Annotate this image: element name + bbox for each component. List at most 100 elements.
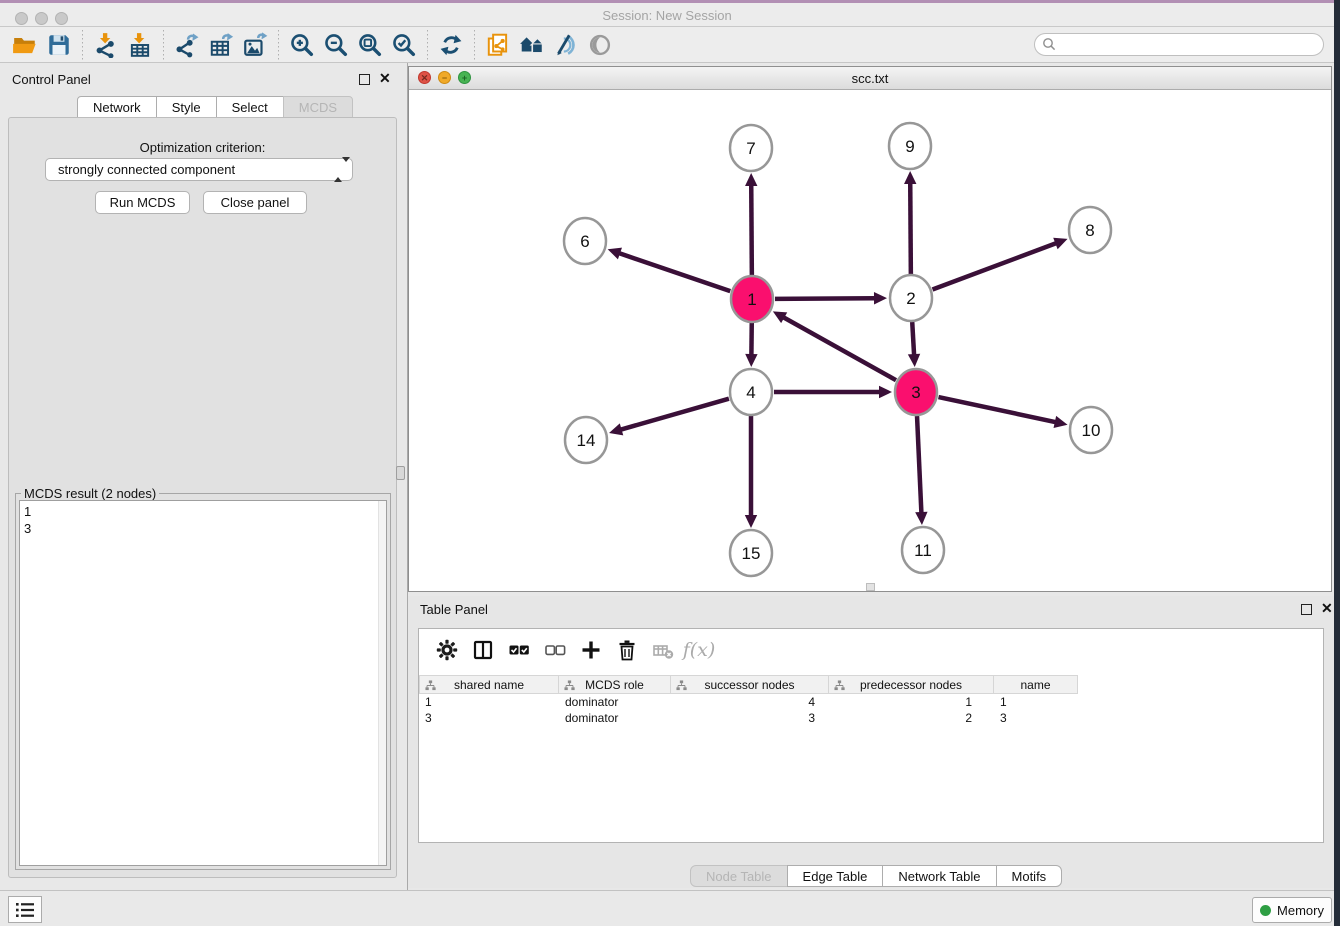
graph-edge-3-10[interactable]: [938, 397, 1067, 428]
export-network-button[interactable]: [170, 30, 204, 60]
label-display-button[interactable]: [549, 30, 583, 60]
graph-edge-1-2[interactable]: [775, 292, 887, 304]
mcds-result-line: 3: [24, 520, 386, 537]
show-column-panel-button[interactable]: [465, 634, 501, 666]
desktop-background: [1334, 0, 1340, 926]
delete-table-button[interactable]: [645, 634, 681, 666]
graph-edge-1-6[interactable]: [608, 248, 731, 292]
tab-node-table[interactable]: Node Table: [690, 865, 788, 887]
tab-network[interactable]: Network: [77, 96, 157, 118]
duplicate-network-button[interactable]: [481, 30, 515, 60]
float-table-panel-icon[interactable]: [1301, 604, 1312, 615]
optimization-criterion-dropdown[interactable]: strongly connected component: [45, 158, 353, 181]
network-window-titlebar[interactable]: ✕ − + scc.txt: [409, 67, 1331, 90]
node-table-container: f(x) shared name MCDS role successor nodes…: [418, 628, 1324, 843]
graph-edge-2-3[interactable]: [908, 322, 920, 367]
table-row[interactable]: 1dominator411: [419, 694, 1323, 710]
tab-motifs[interactable]: Motifs: [996, 865, 1063, 887]
column-header-successor-nodes[interactable]: successor nodes: [671, 675, 829, 694]
result-scrollbar[interactable]: [378, 501, 386, 865]
zoom-selected-button[interactable]: [387, 30, 421, 60]
graph-edge-4-14[interactable]: [609, 399, 729, 436]
graph-node-label: 14: [577, 431, 596, 450]
graph-node-3[interactable]: 3: [895, 369, 937, 415]
graph-node-11[interactable]: 11: [902, 527, 944, 573]
column-header-predecessor-nodes[interactable]: predecessor nodes: [829, 675, 994, 694]
export-network-icon: [174, 32, 200, 58]
export-table-button[interactable]: [204, 30, 238, 60]
graph-edge-4-15[interactable]: [745, 416, 757, 528]
column-header-label: MCDS role: [585, 678, 644, 692]
graph-node-8[interactable]: 8: [1069, 207, 1111, 253]
select-all-button[interactable]: [501, 634, 537, 666]
network-resize-grip[interactable]: [866, 583, 875, 591]
zoom-out-button[interactable]: [319, 30, 353, 60]
graph-node-9[interactable]: 9: [889, 123, 931, 169]
close-table-panel-icon[interactable]: ✕: [1321, 603, 1333, 614]
cell-name: 3: [994, 710, 1078, 726]
attribute-type-icon: [425, 680, 436, 691]
zoom-in-button[interactable]: [285, 30, 319, 60]
graph-node-label: 9: [905, 137, 914, 156]
close-panel-icon[interactable]: ✕: [379, 73, 391, 84]
optimization-criterion-label: Optimization criterion:: [9, 140, 396, 155]
close-panel-button[interactable]: Close panel: [203, 191, 307, 214]
tab-select[interactable]: Select: [216, 96, 284, 118]
open-file-button[interactable]: [8, 30, 42, 60]
graph-node-label: 4: [746, 383, 755, 402]
graph-edge-1-4[interactable]: [745, 323, 757, 367]
zoom-fit-button[interactable]: [353, 30, 387, 60]
column-header-name[interactable]: name: [994, 675, 1078, 694]
add-row-button[interactable]: [573, 634, 609, 666]
task-history-button[interactable]: [8, 896, 42, 923]
column-header-mcds-role[interactable]: MCDS role: [559, 675, 671, 694]
delete-row-button[interactable]: [609, 634, 645, 666]
graph-node-14[interactable]: 14: [565, 417, 607, 463]
column-header-shared-name[interactable]: shared name: [419, 675, 559, 694]
graph-node-15[interactable]: 15: [730, 530, 772, 576]
toolbar-separator: [163, 30, 164, 60]
network-canvas[interactable]: 7 9 6 8 1 2 4 3 14 10 15 11: [409, 90, 1331, 591]
control-panel-tabs: NetworkStyleSelectMCDS: [77, 96, 353, 118]
graph-edge-2-8[interactable]: [933, 238, 1068, 290]
tab-mcds[interactable]: MCDS: [283, 96, 353, 118]
graphics-details-button[interactable]: [583, 30, 617, 60]
run-mcds-button[interactable]: Run MCDS: [95, 191, 190, 214]
refresh-icon: [438, 32, 464, 58]
graph-node-10[interactable]: 10: [1070, 407, 1112, 453]
duplicate-network-icon: [485, 32, 511, 58]
import-table-icon: [127, 32, 153, 58]
mcds-tab-content: Optimization criterion: strongly connect…: [8, 117, 397, 878]
first-neighbors-button[interactable]: [515, 30, 549, 60]
column-settings-button[interactable]: [429, 634, 465, 666]
graph-node-1[interactable]: 1: [731, 276, 773, 322]
splitter-grip[interactable]: [396, 466, 405, 480]
graph-node-4[interactable]: 4: [730, 369, 772, 415]
tab-network-table[interactable]: Network Table: [882, 865, 996, 887]
memory-button[interactable]: Memory: [1252, 897, 1332, 923]
graph-node-6[interactable]: 6: [564, 218, 606, 264]
tab-edge-table[interactable]: Edge Table: [787, 865, 884, 887]
graph-edge-3-11[interactable]: [915, 416, 927, 525]
save-session-button[interactable]: [42, 30, 76, 60]
export-image-button[interactable]: [238, 30, 272, 60]
title-bar: Session: New Session: [0, 3, 1334, 27]
import-network-button[interactable]: [89, 30, 123, 60]
graph-node-2[interactable]: 2: [890, 275, 932, 321]
search-input[interactable]: [1034, 33, 1324, 56]
float-panel-icon[interactable]: [359, 74, 370, 85]
houses-icon: [519, 32, 545, 58]
function-builder-button[interactable]: f(x): [681, 634, 717, 666]
graph-node-7[interactable]: 7: [730, 125, 772, 171]
apply-layout-button[interactable]: [434, 30, 468, 60]
mcds-result-text[interactable]: 13: [19, 500, 387, 866]
graph-edge-3-1[interactable]: [773, 311, 896, 380]
import-table-button[interactable]: [123, 30, 157, 60]
graph-edge-4-3[interactable]: [774, 386, 892, 398]
graph-edge-1-7[interactable]: [745, 173, 757, 275]
tab-style[interactable]: Style: [156, 96, 217, 118]
table-row[interactable]: 3dominator323: [419, 710, 1323, 726]
app-window: Session: New Session: [0, 0, 1334, 926]
graph-edge-2-9[interactable]: [904, 171, 916, 274]
deselect-all-button[interactable]: [537, 634, 573, 666]
